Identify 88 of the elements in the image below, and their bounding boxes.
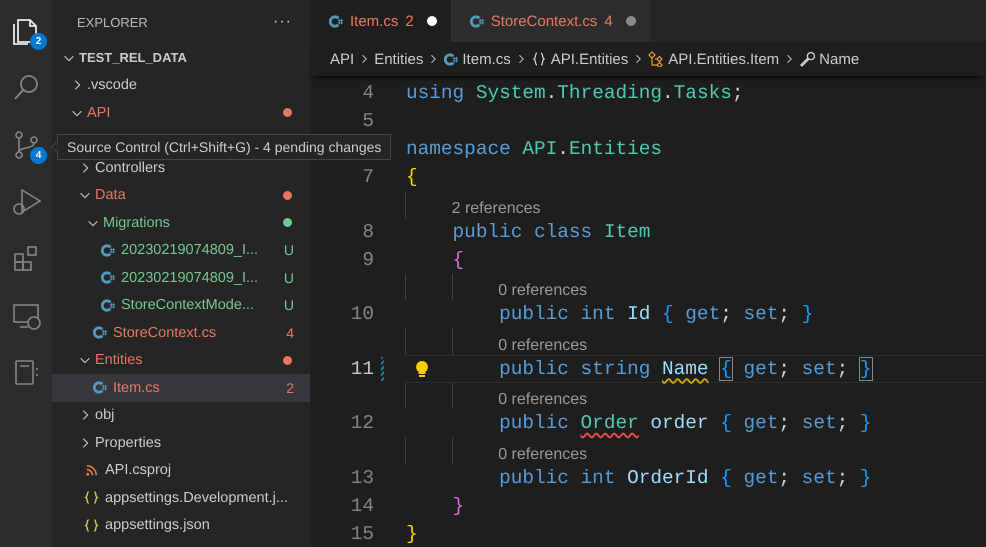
indent-guide — [452, 382, 453, 409]
breadcrumb-item[interactable]: Entities — [374, 50, 424, 68]
project-root-item[interactable]: TEST_REL_DATA — [52, 44, 310, 72]
file-item[interactable]: Item.cs 2 — [52, 374, 310, 402]
wrench-icon — [799, 51, 816, 67]
folder-item[interactable]: API — [52, 99, 310, 126]
code-lens[interactable]: 0 references — [498, 446, 588, 464]
breadcrumb-item[interactable]: Name — [799, 50, 860, 68]
json-braces-icon — [84, 490, 99, 506]
folder-item[interactable]: Data — [52, 182, 310, 209]
more-actions-button[interactable]: ··· — [273, 13, 292, 31]
folder-item[interactable]: obj — [52, 402, 310, 429]
class-icon — [648, 51, 664, 67]
file-item[interactable]: 20230219074809_I... U — [52, 236, 310, 264]
modified-gutter-marker — [381, 356, 384, 380]
code-line: using System.Threading.Tasks; — [406, 82, 744, 104]
line-number: 14 — [350, 494, 374, 516]
line-number: 8 — [361, 220, 374, 242]
breadcrumb-item[interactable]: API.Entities — [530, 50, 628, 68]
code-lens[interactable]: 0 references — [498, 391, 588, 409]
indent-guide — [452, 328, 453, 354]
file-item[interactable]: appsettings.Development.j... — [52, 484, 310, 512]
code-line: { — [452, 248, 464, 270]
indent-guide — [405, 191, 406, 218]
csharp-file-icon — [100, 270, 115, 286]
file-item[interactable]: StoreContextMode... U — [52, 292, 310, 319]
code-line: public class Item — [452, 220, 650, 242]
breadcrumb-item[interactable]: API — [330, 50, 354, 68]
line-number: 12 — [350, 412, 374, 434]
json-braces-icon — [84, 518, 99, 533]
line-number: 7 — [361, 166, 374, 188]
editor-tab[interactable]: Item.cs 2 — [310, 0, 451, 42]
folder-item[interactable]: Entities — [52, 346, 310, 374]
folder-item[interactable]: .vscode — [52, 72, 310, 99]
indent-guide — [452, 274, 453, 300]
csharp-file-icon — [100, 242, 115, 258]
indent-guide — [405, 274, 406, 300]
folder-item[interactable]: Migrations — [52, 209, 310, 236]
problem-count: 2 — [405, 12, 414, 30]
code-lens[interactable]: 0 references — [498, 282, 588, 300]
file-item[interactable]: 20230219074809_I... U — [52, 264, 310, 292]
git-status-label: U — [284, 242, 294, 258]
code-line: public int OrderId { get; set; } — [498, 466, 872, 488]
line-number: 15 — [350, 522, 374, 544]
code-line: public string Name { get; set; } — [498, 358, 872, 380]
file-item[interactable]: StoreContext.cs 4 — [52, 319, 310, 346]
count-badge: 4 — [30, 147, 47, 164]
git-status-label: U — [284, 297, 294, 314]
file-item[interactable]: API.csproj — [52, 456, 310, 484]
indent-guide — [405, 382, 406, 409]
line-number: 13 — [350, 466, 374, 488]
code-lens[interactable]: 0 references — [498, 336, 588, 354]
csharp-file-icon — [92, 380, 107, 396]
code-line: } — [452, 494, 464, 516]
code-line: namespace API.Entities — [406, 138, 662, 160]
folder-item[interactable]: Properties — [52, 429, 310, 456]
count-badge: 2 — [30, 33, 47, 50]
line-number: 9 — [361, 248, 374, 270]
indent-guide — [405, 437, 406, 464]
code-line: public int Id { get; set; } — [498, 303, 814, 325]
braces-icon — [530, 51, 547, 67]
code-line: { — [406, 166, 418, 188]
csharp-file-icon — [92, 325, 107, 340]
csharp-file-icon — [328, 14, 343, 28]
code-lens[interactable]: 2 references — [452, 200, 541, 218]
line-number: 11 — [350, 358, 374, 380]
csharp-file-icon — [468, 14, 484, 28]
problem-count: 4 — [604, 12, 613, 30]
line-number: 10 — [350, 303, 374, 325]
editor-tab[interactable]: StoreContext.cs 4 — [450, 0, 650, 42]
sidebar-title: EXPLORER — [77, 14, 148, 30]
line-number: 5 — [361, 110, 374, 132]
indent-guide — [405, 328, 406, 354]
breadcrumb-item[interactable]: API.Entities.Item — [648, 50, 780, 68]
git-status-label: 2 — [286, 380, 294, 396]
file-item[interactable]: appsettings.json — [52, 512, 310, 539]
csharp-file-icon — [443, 52, 458, 66]
git-status-label: U — [284, 270, 294, 286]
line-number: 4 — [361, 82, 374, 104]
code-line: public Order order { get; set; } — [498, 412, 872, 434]
lightbulb-icon[interactable] — [415, 360, 429, 378]
breadcrumb-item[interactable]: Item.cs — [443, 50, 511, 68]
indent-guide — [452, 437, 453, 464]
rss-icon — [84, 462, 99, 478]
git-status-label: 4 — [286, 324, 294, 341]
code-line: } — [406, 522, 418, 544]
tooltip: Source Control (Ctrl+Shift+G) - 4 pending changes — [57, 134, 392, 160]
csharp-file-icon — [100, 298, 115, 313]
